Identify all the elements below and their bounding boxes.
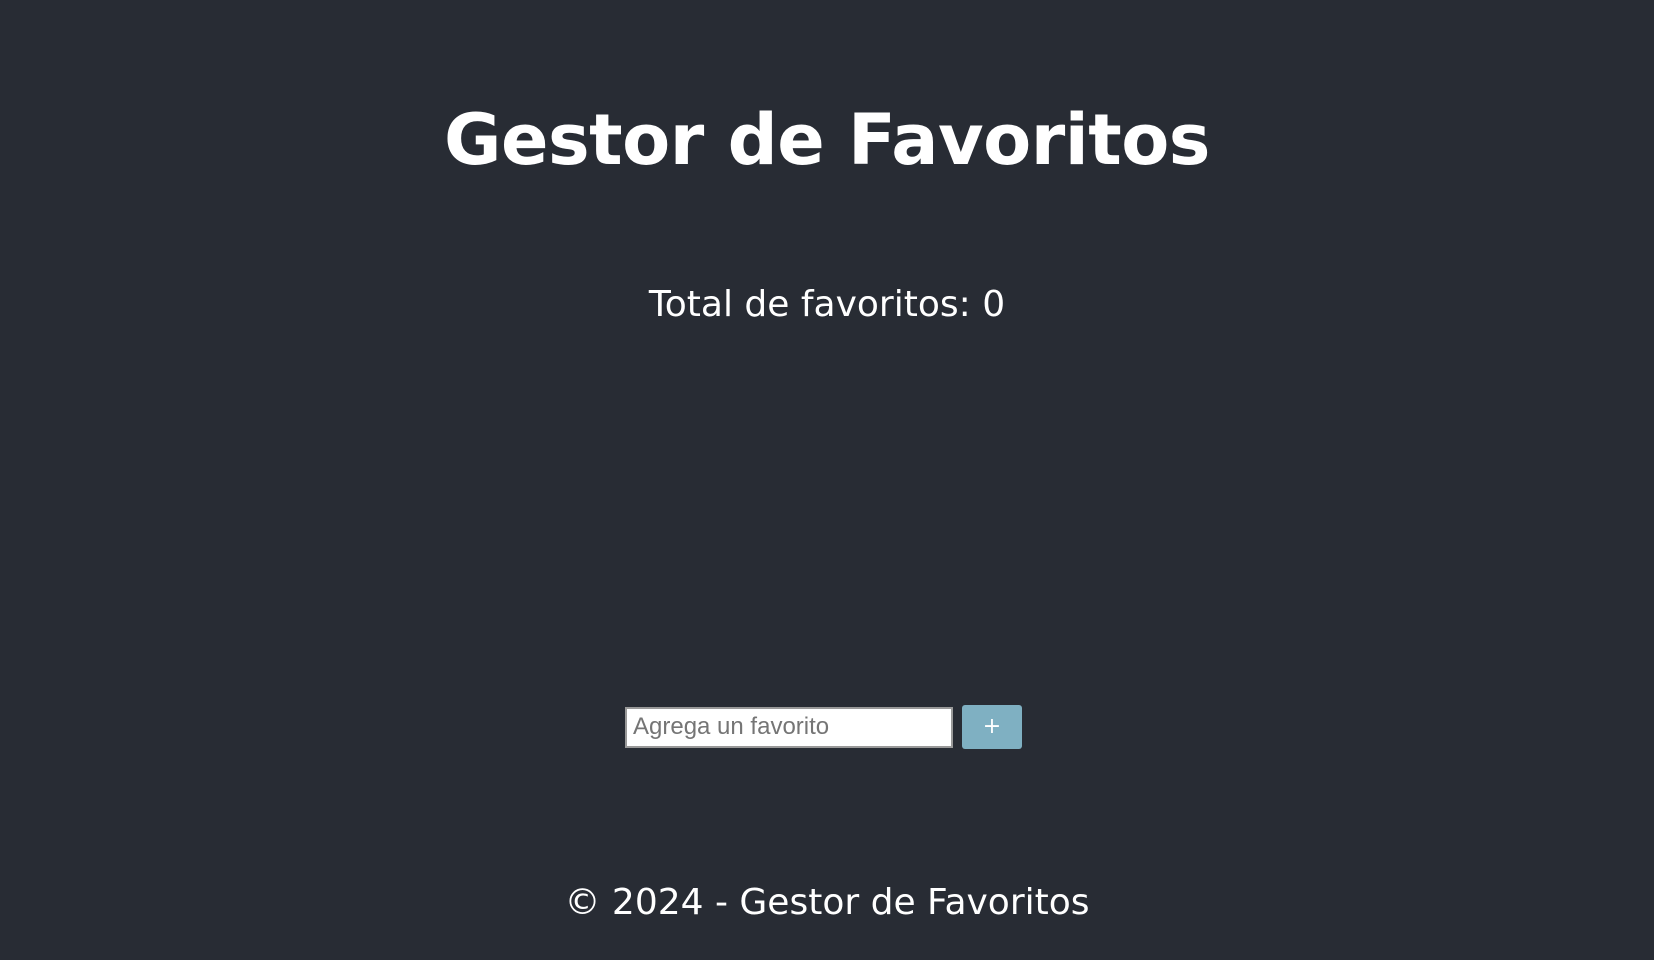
app-root: Gestor de Favoritos Total de favoritos: … <box>0 0 1654 960</box>
add-favorite-button[interactable]: + <box>962 705 1022 749</box>
footer-text: © 2024 - Gestor de Favoritos <box>564 882 1090 923</box>
favorites-total: Total de favoritos: 0 <box>648 284 1006 325</box>
page-title: Gestor de Favoritos <box>444 99 1210 181</box>
favorite-input[interactable] <box>625 706 953 748</box>
add-favorite-form: + <box>625 705 1022 749</box>
